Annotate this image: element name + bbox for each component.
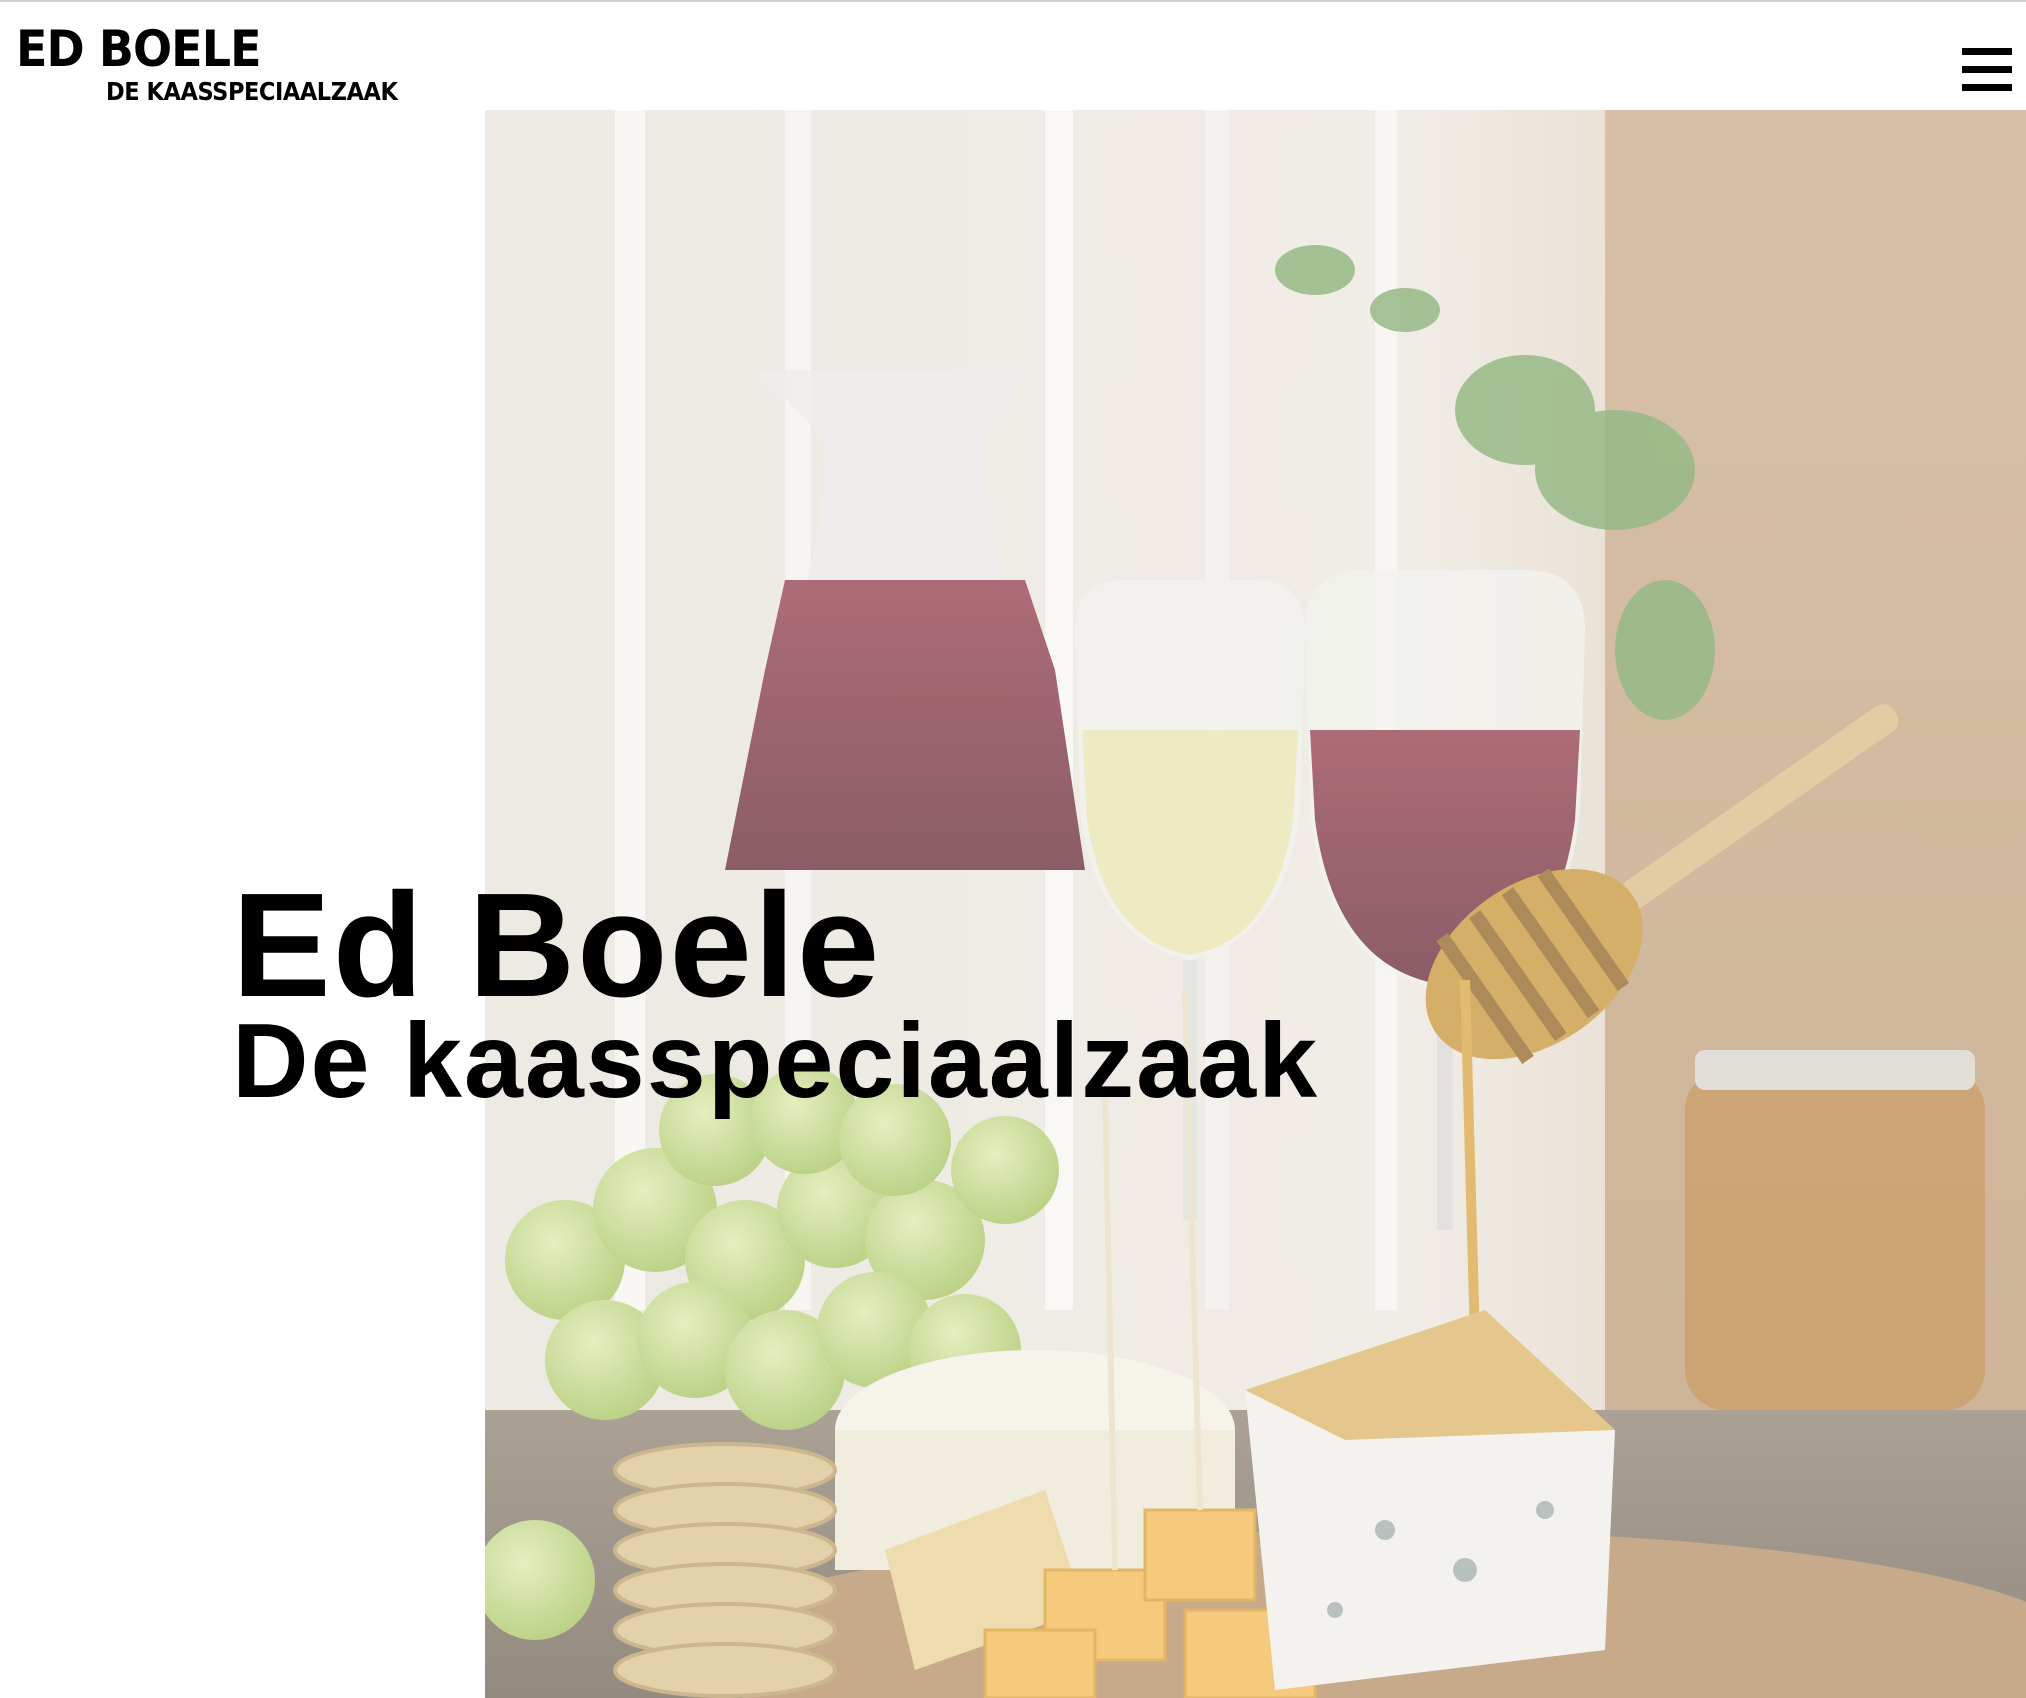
hamburger-menu-icon[interactable] bbox=[1962, 44, 2012, 94]
menu-bar bbox=[1962, 66, 2012, 73]
menu-bar bbox=[1962, 48, 2012, 55]
top-divider bbox=[0, 0, 2026, 2]
hero-title: Ed Boele De kaasspeciaalzaak bbox=[232, 863, 1320, 1121]
hero-title-subtitle: De kaasspeciaalzaak bbox=[232, 1002, 1320, 1121]
site-logo[interactable]: ED BOELE DE KAASSPECIAALZAAK bbox=[16, 22, 436, 108]
menu-bar bbox=[1962, 84, 2012, 91]
hero-title-name: Ed Boele bbox=[232, 863, 882, 1029]
page: ED BOELE DE KAASSPECIAALZAAK Ed Boele De… bbox=[0, 0, 2026, 1698]
logo-title: ED BOELE bbox=[16, 20, 262, 78]
logo-subtitle: DE KAASSPECIAALZAAK bbox=[106, 77, 398, 106]
